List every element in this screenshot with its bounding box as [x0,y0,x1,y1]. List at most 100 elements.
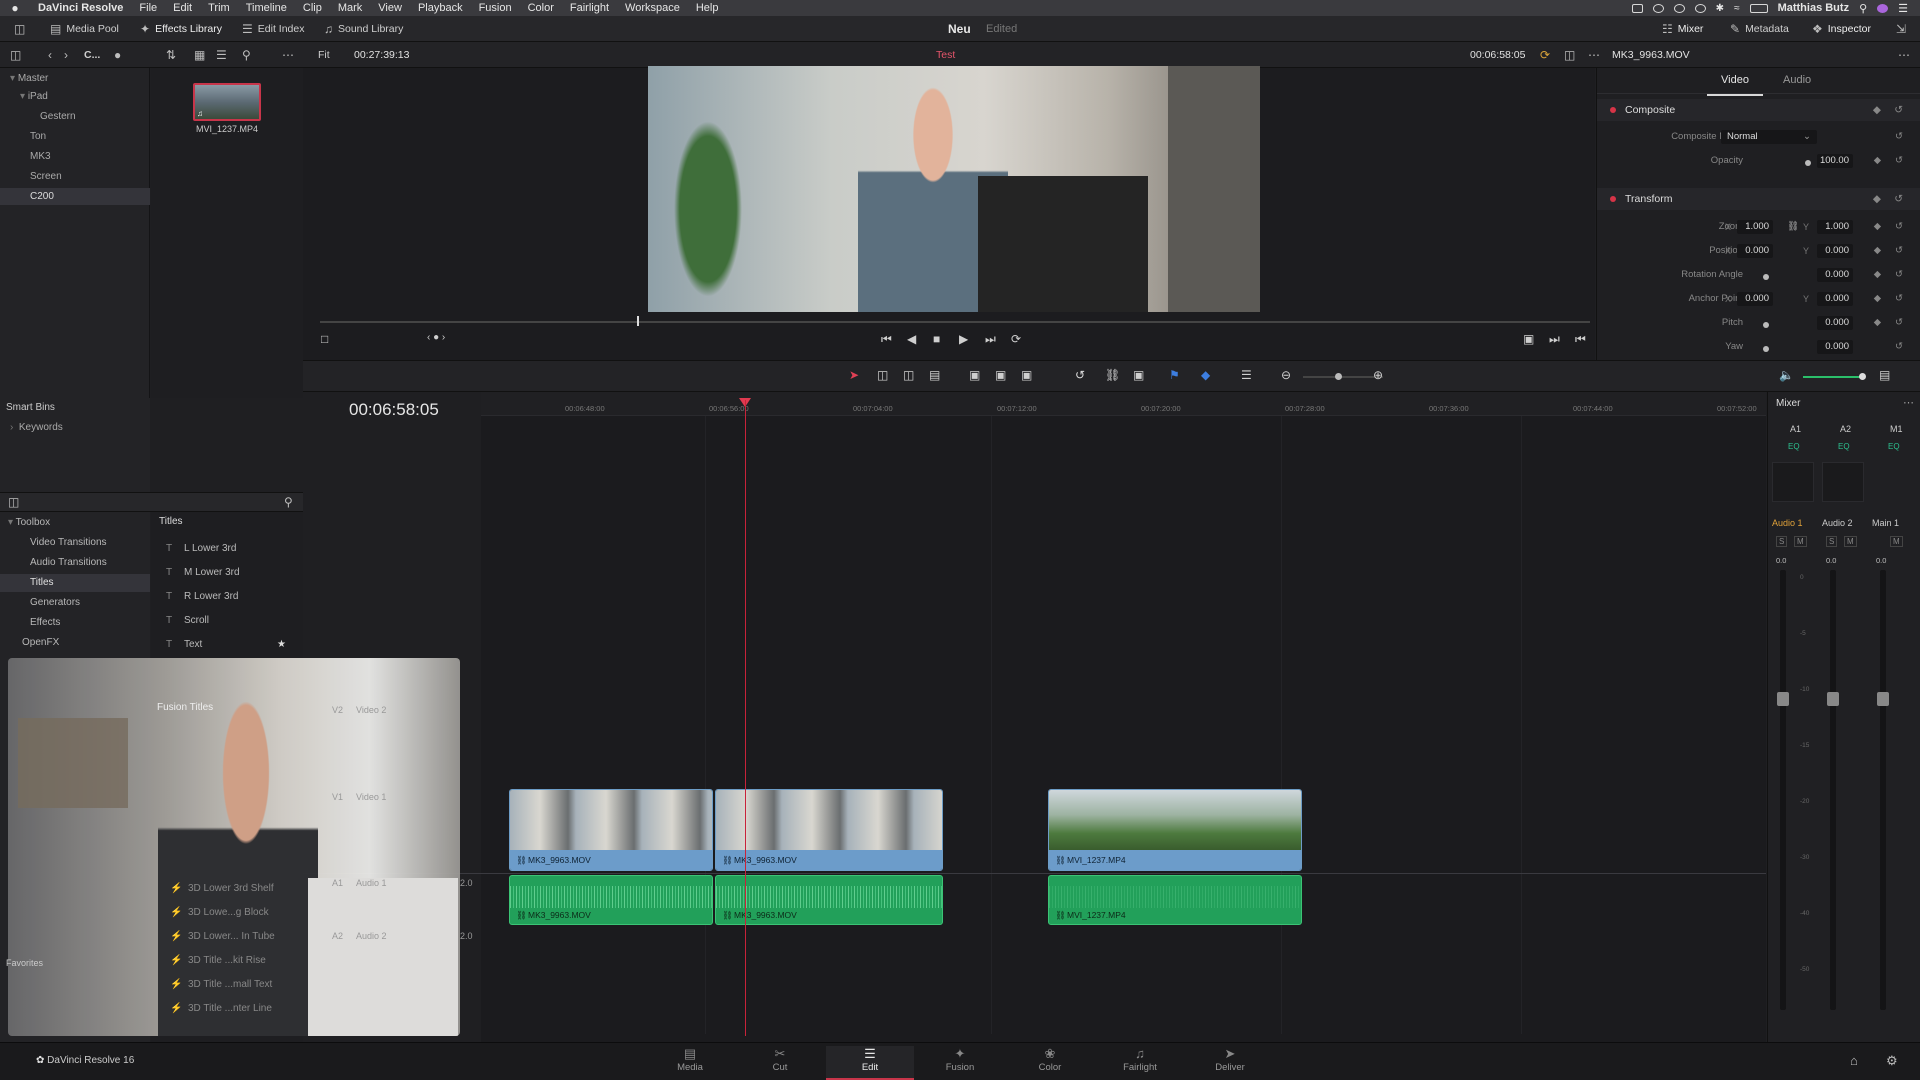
zoom-y-value[interactable]: 1.000 [1817,220,1853,234]
fx-effects[interactable]: Effects [30,614,60,632]
pan-control[interactable] [1822,462,1864,502]
track-a2-name[interactable]: Audio 2 [356,931,387,941]
composite-section[interactable]: Composite ◆ ↺ [1597,99,1920,121]
screen-record-icon[interactable] [1631,3,1643,13]
trim-tool-icon[interactable]: ◫ [877,368,888,382]
tab-video[interactable]: Video [1707,74,1763,96]
page-edit[interactable]: ☰ Edit [830,1046,910,1073]
menu-clip[interactable]: Clip [295,2,330,14]
fx-audio-transitions[interactable]: Audio Transitions [30,554,107,572]
keyframe-icon[interactable]: ◆ [1874,312,1881,334]
rotation-slider[interactable] [1763,274,1769,280]
menu-app-name[interactable]: DaVinci Resolve [30,2,131,14]
wifi-icon[interactable]: ≈ [1734,3,1740,14]
time-machine-icon[interactable] [1694,3,1706,13]
jump-start-icon[interactable]: ⏮ [881,332,892,347]
volume-handle[interactable] [1859,373,1866,380]
bluetooth-icon[interactable]: ✱ [1716,3,1724,14]
user-name[interactable]: Matthias Butz [1778,2,1850,14]
inspector-options-icon[interactable]: ⋯ [1892,46,1916,64]
menu-help[interactable]: Help [688,2,727,14]
jump-end-icon[interactable]: ⏭ [985,332,996,347]
solo-button[interactable]: S [1776,536,1788,547]
match-frame-icon[interactable]: ▣ [1523,332,1534,346]
audio-clip[interactable]: ⛓ MK3_9963.MOV [509,875,713,925]
keyframe-icon[interactable]: ◆ [1873,99,1881,121]
eq-button[interactable]: EQ [1788,442,1800,451]
thumbnail-view-icon[interactable]: ▦ [188,46,211,64]
volume-slider[interactable] [1803,376,1865,378]
apple-menu-icon[interactable]: ● [0,1,30,15]
mixer-button[interactable]: ☷ Mixer [1656,20,1709,38]
notification-center-icon[interactable]: ☰ [1898,2,1908,15]
viewer-mode-icon[interactable]: ◫ [1558,46,1581,64]
play-icon[interactable]: ▶ [959,332,968,346]
title-r-lower-3rd[interactable]: TR Lower 3rd [166,588,238,606]
bin-gestern[interactable]: Gestern [0,108,150,125]
audio-meter-icon[interactable]: ▤ [1879,368,1890,382]
transform-section[interactable]: Transform ◆ ↺ [1597,188,1920,210]
snapping-icon[interactable]: ↺ [1075,368,1085,382]
anchor-x-value[interactable]: 0.000 [1737,292,1773,306]
yaw-slider[interactable] [1763,346,1769,352]
workspace-toggle-icon[interactable]: ◫ [8,20,31,38]
keyframe-icon[interactable]: ◆ [1874,264,1881,286]
track-v2-name[interactable]: Video 2 [356,705,386,715]
section-enable-icon[interactable] [1610,196,1616,202]
title-scroll[interactable]: T Scroll [166,612,209,630]
viewer-scrubber[interactable] [320,321,1590,323]
reset-icon[interactable]: ↺ [1895,264,1903,286]
zoom-in-icon[interactable]: ⊕ [1373,368,1383,382]
fader-track[interactable] [1830,570,1836,1010]
favorites-label[interactable]: Favorites [6,958,43,968]
bin-mk3[interactable]: MK3 [0,148,150,165]
siri-icon[interactable] [1877,3,1889,13]
back-icon[interactable]: ‹ [42,46,58,64]
menu-file[interactable]: File [131,2,165,14]
zoom-out-icon[interactable]: ⊖ [1281,368,1291,382]
blade-tool-icon[interactable]: ▤ [929,368,940,382]
sync-icon[interactable]: ⟳ [1534,46,1556,64]
link-icon[interactable]: ⛓ [1787,216,1799,238]
page-deliver[interactable]: ➤ Deliver [1190,1046,1270,1073]
position-x-value[interactable]: 0.000 [1737,244,1773,258]
audio-clip[interactable]: ⛓ MK3_9963.MOV [715,875,943,925]
panel-layout-icon[interactable]: ◫ [4,46,27,64]
page-cut[interactable]: ✂ Cut [740,1046,820,1073]
forward-icon[interactable]: › [58,46,74,64]
reset-icon[interactable]: ↺ [1895,288,1903,310]
fusion-title-item[interactable]: ⚡ 3D Title ...kit Rise [170,952,266,970]
fusion-title-item[interactable]: ⚡ 3D Lower... In Tube [170,928,275,946]
sort-icon[interactable]: ⇅ [160,46,182,64]
fusion-title-item[interactable]: ⚡ 3D Lower 3rd Shelf [170,880,274,898]
next-edit-icon[interactable]: ⏭ [1549,332,1560,347]
pitch-value[interactable]: 0.000 [1817,316,1853,330]
scrubber-handle[interactable] [637,316,639,326]
selection-tool-icon[interactable]: ➤ [849,368,859,382]
insert-clip-icon[interactable]: ▣ [969,368,980,382]
bin-screen[interactable]: Screen [0,168,150,185]
menu-fusion[interactable]: Fusion [471,2,520,14]
lock-icon[interactable]: ▣ [1133,368,1144,382]
fit-dropdown[interactable]: Fit [312,46,336,64]
loop-icon[interactable]: ⟳ [1011,332,1021,346]
rotation-value[interactable]: 0.000 [1817,268,1853,282]
sound-library-button[interactable]: ♫ Sound Library [318,20,409,38]
fx-toolbox[interactable]: ▾ Toolbox [8,514,50,532]
keyframe-icon[interactable]: ◆ [1874,216,1881,238]
volume-icon[interactable]: 🔈 [1779,368,1794,382]
tab-audio[interactable]: Audio [1783,74,1811,86]
list-view-icon[interactable]: ☰ [210,46,233,64]
fader-knob[interactable] [1877,692,1889,706]
viewer-options-icon[interactable]: ⋯ [1582,46,1606,64]
timeline-zoom-slider[interactable] [1303,376,1383,378]
fusion-title-item[interactable]: ⚡ 3D Title ...mall Text [170,976,272,994]
fx-titles[interactable]: Titles [0,574,150,592]
flag-icon[interactable]: ⚑ [1169,368,1180,382]
playhead[interactable] [745,400,746,1036]
expand-icon[interactable]: ⇲ [1890,20,1912,38]
video-clip[interactable]: ⛓ MVI_1237.MP4 [1048,789,1302,871]
pan-control[interactable] [1772,462,1814,502]
opacity-slider[interactable] [1805,160,1811,166]
search-icon[interactable]: ⚲ [1859,2,1867,15]
